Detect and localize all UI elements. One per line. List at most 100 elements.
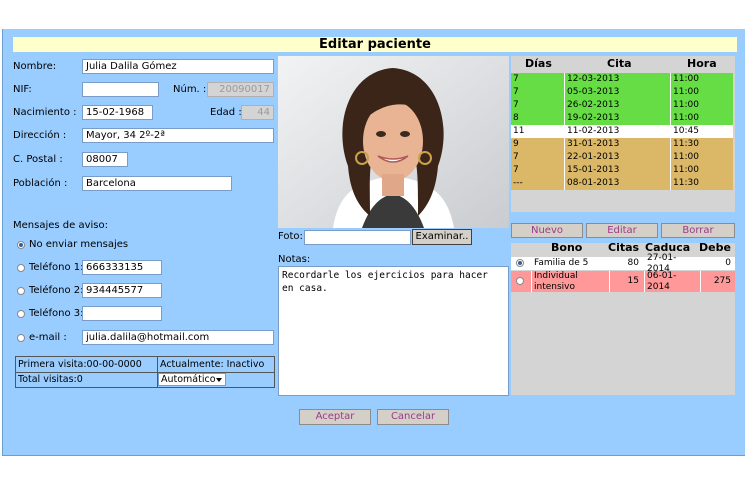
appointment-hora: 11:00 [670, 86, 733, 99]
telefono3-field[interactable] [82, 306, 162, 321]
foto-label: Foto: [278, 231, 303, 242]
appointment-row[interactable]: 7 05-03-2013 11:00 [511, 86, 733, 99]
appointment-cita: 05-03-2013 [564, 86, 670, 99]
cpostal-field[interactable]: 08007 [82, 152, 128, 167]
no-enviar-radio[interactable] [17, 241, 25, 249]
appointment-cita: 15-01-2013 [564, 164, 670, 177]
bono-select-radio[interactable] [516, 258, 524, 267]
bono-editar-button[interactable]: Editar [586, 223, 658, 238]
header-cita: Cita [607, 57, 632, 70]
appointment-dias: 11 [513, 126, 525, 136]
window-title: Editar paciente [13, 37, 737, 52]
telefono2-field[interactable]: 934445577 [82, 283, 162, 298]
nacimiento-field[interactable]: 15-02-1968 [82, 105, 153, 120]
telefono3-radio[interactable] [17, 310, 25, 318]
nif-field[interactable] [82, 82, 159, 97]
cancelar-button[interactable]: Cancelar [377, 409, 449, 425]
bonos-table: Bono Citas Caduca Debe Familia de 5 80 27-… [511, 240, 735, 395]
appointment-dias: 9 [513, 139, 519, 149]
appointment-cita: 22-01-2013 [564, 151, 670, 164]
edit-patient-window: Editar paciente Nombre: Julia Dalila Góm… [2, 29, 745, 456]
nacimiento-label: Nacimiento : [13, 107, 77, 118]
bono-bono: Familia de 5 [531, 257, 607, 270]
appointment-cita: 12-03-2013 [564, 73, 670, 86]
bono-debe: 0 [700, 257, 733, 270]
num-label: Núm. : [173, 84, 207, 95]
appointment-hora: 11:00 [670, 99, 733, 112]
appointment-row[interactable]: 8 19-02-2013 11:00 [511, 112, 733, 125]
bono-citas: 80 [609, 257, 641, 270]
appointment-hora: 11:30 [670, 138, 733, 151]
nombre-label: Nombre: [13, 61, 57, 72]
header-citas: Citas [608, 241, 640, 254]
appointment-hora: 11:30 [670, 177, 733, 190]
appointment-row[interactable]: 7 15-01-2013 11:00 [511, 164, 733, 177]
nombre-field[interactable]: Julia Dalila Gómez [82, 59, 274, 74]
appointment-cita: 08-01-2013 [564, 177, 670, 190]
browse-button[interactable]: Examinar.. [412, 229, 472, 245]
appointment-dias: 7 [513, 87, 519, 97]
header-bono: Bono [551, 241, 583, 254]
telefono2-label: Teléfono 2: [29, 285, 84, 296]
actualmente-status: Actualmente: Inactivo [160, 359, 265, 370]
appointment-row[interactable]: 11 11-02-2013 10:45 [511, 125, 733, 138]
appointment-dias: 8 [513, 113, 519, 123]
direccion-field[interactable]: Mayor, 34 2º-2ª [82, 128, 274, 143]
telefono2-radio[interactable] [17, 287, 25, 295]
telefono1-field[interactable]: 666333135 [82, 260, 162, 275]
edad-label: Edad : [210, 107, 242, 118]
poblacion-field[interactable]: Barcelona [82, 176, 232, 191]
email-field[interactable]: julia.dalila@hotmail.com [82, 330, 274, 345]
bono-bono: Individual intensivo [531, 271, 607, 292]
appointment-dias: 7 [513, 100, 519, 110]
direccion-label: Dirección : [13, 130, 67, 141]
appointment-cita: 26-02-2013 [564, 99, 670, 112]
header-debe: Debe [699, 241, 731, 254]
no-enviar-label: No enviar mensajes [29, 239, 129, 250]
appointment-row[interactable]: --- 08-01-2013 11:30 [511, 177, 733, 190]
appointment-hora: 11:00 [670, 151, 733, 164]
bono-select-radio[interactable] [516, 276, 524, 285]
appointment-dias: 7 [513, 152, 519, 162]
notes-textarea[interactable]: Recordarle los ejercicios para hacer en … [278, 266, 509, 396]
bono-debe: 275 [700, 271, 733, 292]
bono-nuevo-button[interactable]: Nuevo [511, 223, 583, 238]
bono-citas: 15 [609, 271, 641, 292]
email-label: e-mail : [29, 332, 67, 343]
appointment-hora: 10:45 [670, 125, 733, 138]
appointment-row[interactable]: 7 22-01-2013 11:00 [511, 151, 733, 164]
modo-select[interactable]: Automático [158, 373, 226, 386]
bono-row[interactable]: Individual intensivo 15 06-01-2014 275 [511, 271, 735, 292]
appointment-dias: 7 [513, 165, 519, 175]
bono-row[interactable]: Familia de 5 80 27-01-2014 0 [511, 253, 735, 274]
modo-select-value: Automático [161, 374, 216, 385]
bono-borrar-button[interactable]: Borrar [661, 223, 735, 238]
poblacion-label: Población : [13, 178, 68, 189]
appointment-cita: 31-01-2013 [564, 138, 670, 151]
foto-path-field[interactable] [304, 230, 411, 245]
email-radio[interactable] [17, 334, 25, 342]
bono-caduca: 06-01-2014 [644, 271, 698, 292]
telefono1-radio[interactable] [17, 264, 25, 272]
header-dias: Días [525, 57, 552, 70]
num-field: 20090017 [207, 82, 274, 97]
appointment-dias: 7 [513, 74, 519, 84]
appointment-cita: 11-02-2013 [564, 125, 670, 138]
appointments-table: Días Cita Hora 7 12-03-2013 11:00 7 05-03-20… [511, 56, 735, 212]
bono-caduca: 27-01-2014 [644, 253, 698, 274]
edad-field: 44 [241, 105, 274, 120]
primera-visita: Primera visita:00-00-0000 [18, 359, 142, 370]
patient-photo [278, 56, 509, 228]
cpostal-label: C. Postal : [13, 154, 63, 165]
appointment-row[interactable]: 7 26-02-2013 11:00 [511, 99, 733, 112]
appointment-hora: 11:00 [670, 112, 733, 125]
appointment-row[interactable]: 7 12-03-2013 11:00 [511, 73, 733, 86]
visit-stats-box: Primera visita:00-00-0000 Actualmente: I… [15, 356, 275, 388]
notas-label: Notas: [278, 254, 311, 265]
aceptar-button[interactable]: Aceptar [299, 409, 371, 425]
chevron-down-icon [216, 378, 222, 382]
appointment-row[interactable]: 9 31-01-2013 11:30 [511, 138, 733, 151]
avisos-heading: Mensajes de aviso: [13, 220, 108, 231]
header-hora: Hora [687, 57, 717, 70]
bonos-header: Bono Citas Caduca Debe [511, 240, 735, 256]
